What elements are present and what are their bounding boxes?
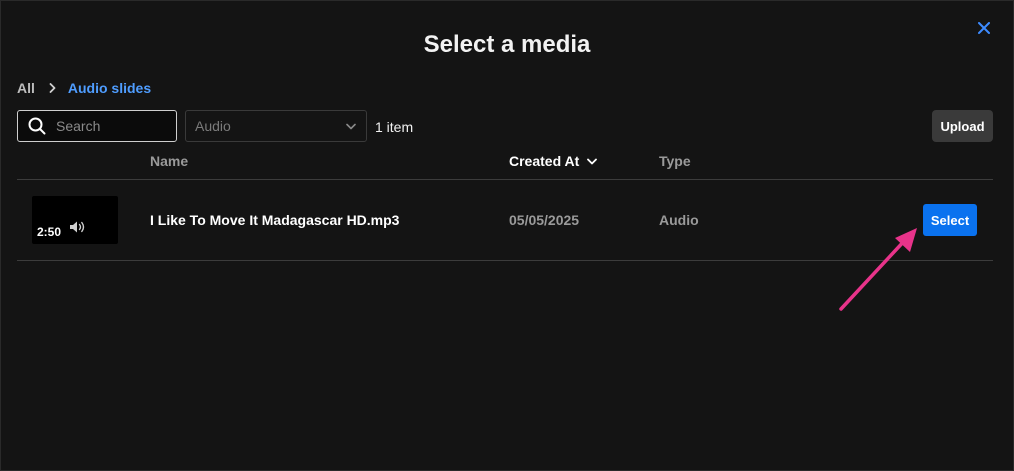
upload-button[interactable]: Upload [932, 110, 993, 142]
media-created-at: 05/05/2025 [509, 212, 580, 228]
breadcrumb: All Audio slides [17, 79, 151, 97]
media-type-select[interactable]: Audio [185, 110, 367, 142]
speaker-icon [70, 221, 85, 233]
dialog-title: Select a media [423, 31, 591, 58]
media-type: Audio [659, 212, 699, 228]
column-header-type[interactable]: Type [659, 153, 691, 169]
chevron-down-icon [587, 158, 598, 164]
breadcrumb-all-link[interactable]: All [17, 80, 35, 96]
breadcrumb-audio-slides-link[interactable]: Audio slides [68, 80, 151, 96]
item-count: 1 item [375, 119, 414, 135]
media-thumbnail[interactable]: 2:50 [32, 196, 118, 244]
header-divider [17, 179, 993, 180]
search-icon [28, 117, 46, 135]
select-button[interactable]: Select [923, 204, 977, 236]
media-type-select-value: Audio [195, 118, 231, 134]
column-header-created-at-label: Created At [509, 153, 580, 169]
select-media-dialog: Select a media All Audio slides Audio 1 … [0, 0, 1014, 471]
chevron-right-icon [49, 83, 56, 93]
media-duration: 2:50 [37, 225, 62, 239]
column-header-created-at[interactable]: Created At [509, 153, 598, 169]
media-name: I Like To Move It Madagascar HD.mp3 [150, 212, 400, 228]
search-field[interactable] [17, 110, 177, 142]
annotation-arrow-icon [839, 228, 917, 311]
column-header-name[interactable]: Name [150, 153, 188, 169]
chevron-down-icon [346, 123, 356, 129]
search-input[interactable] [56, 118, 166, 134]
